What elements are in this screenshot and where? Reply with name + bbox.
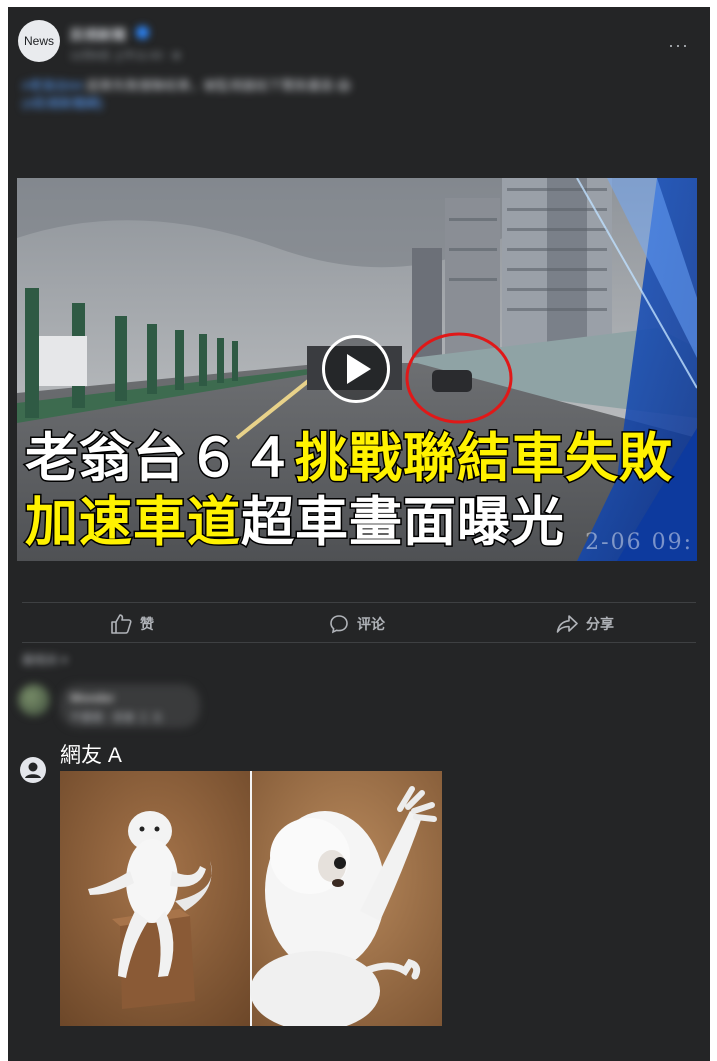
commenter-name[interactable]: 網友 A: [60, 739, 122, 769]
caption-text: 超車失敗撞聯結車，被監視器拍下驚險畫面 😱: [86, 78, 351, 93]
play-button[interactable]: [322, 335, 390, 403]
video-thumbnail[interactable]: 老翁台６４挑戰聯結車失敗 加速車道超車畫面曝光 2-06 09:: [17, 178, 697, 561]
white-monkey-meme-image: [60, 771, 442, 1026]
caption-hashtag[interactable]: #老翁台64: [22, 78, 83, 93]
page-avatar-label: News: [23, 34, 54, 48]
caption-link[interactable]: (#民視新聞網): [22, 96, 103, 111]
share-label: 分享: [586, 616, 614, 632]
title-line2-yellow: 加速車道: [24, 492, 242, 553]
share-arrow-icon: [556, 615, 578, 633]
facebook-post-card: News 民視新聞 12月6日 上午11:43 · ⊕ ··· #老翁台64 超…: [8, 7, 710, 1061]
video-timestamp-overlay: 2-06 09:: [585, 530, 693, 555]
page-name[interactable]: 民視新聞: [70, 25, 126, 45]
divider: [22, 642, 696, 643]
like-button[interactable]: 赞: [110, 614, 154, 634]
post-timestamp[interactable]: 12月6日 上午11:43 · ⊕: [70, 47, 181, 63]
thumbs-up-icon: [111, 614, 132, 634]
video-title-line2: 加速車道超車畫面曝光: [24, 495, 566, 551]
comment-bubble-icon: [330, 615, 348, 634]
verified-badge-icon: [136, 26, 149, 39]
comment-sort-dropdown[interactable]: 最相关 ▾: [22, 651, 67, 668]
play-icon: [347, 354, 371, 384]
commenter-name[interactable]: Wonder: [70, 691, 114, 705]
share-button[interactable]: 分享: [556, 614, 614, 634]
comment-image[interactable]: [60, 771, 442, 1026]
comment-button[interactable]: 评论: [329, 614, 385, 634]
user-avatar-icon[interactable]: [20, 757, 46, 788]
page-avatar[interactable]: News: [18, 20, 60, 62]
divider: [22, 602, 696, 603]
comment-label: 评论: [357, 616, 385, 632]
title-line2-white: 超車畫面曝光: [240, 492, 566, 553]
video-title-line1: 老翁台６４挑戰聯結車失敗: [24, 431, 674, 487]
post-caption: #老翁台64 超車失敗撞聯結車，被監視器拍下驚險畫面 😱 (#民視新聞網): [22, 77, 502, 113]
title-line1-white: 老翁台６４: [24, 428, 296, 489]
like-label: 赞: [140, 616, 154, 632]
commenter-avatar[interactable]: [18, 684, 50, 716]
comment-text: 不要跟 · 很會 工 五: [70, 712, 163, 724]
title-line1-yellow: 挑戰聯結車失敗: [294, 428, 674, 489]
more-options-icon[interactable]: ···: [668, 35, 689, 56]
